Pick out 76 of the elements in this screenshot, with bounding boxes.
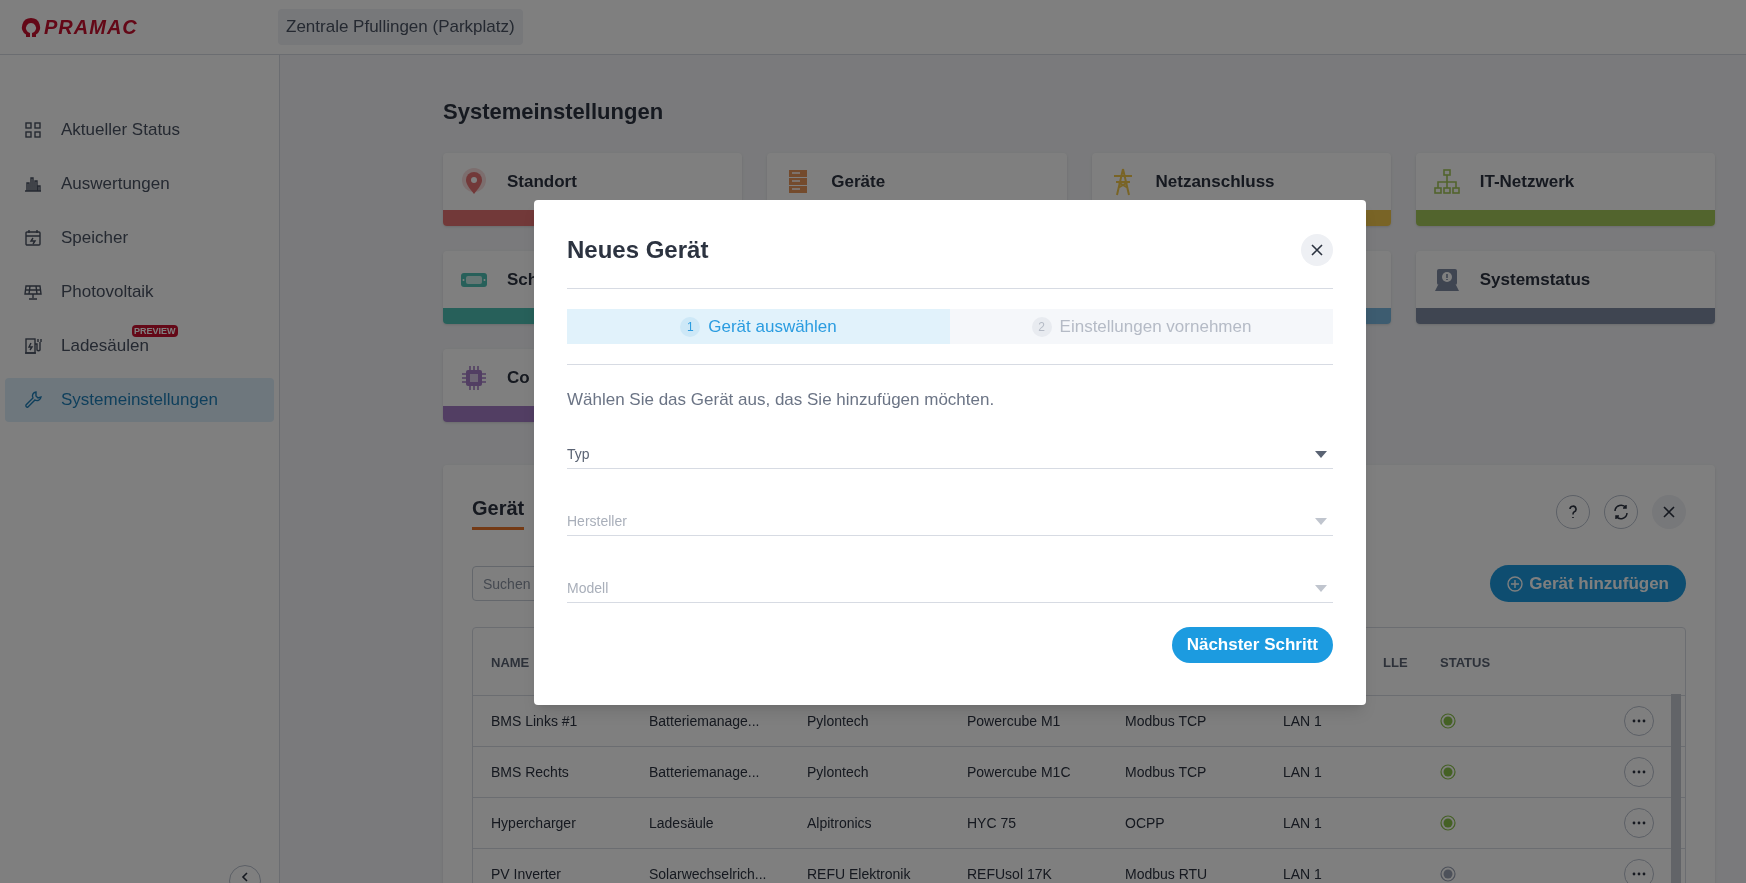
settings-tile[interactable]: Co <box>443 349 534 422</box>
table-cell: Modbus RTU <box>1125 865 1208 882</box>
table-cell: HYC 75 <box>967 814 1017 831</box>
close-icon <box>1662 504 1676 519</box>
table-cell: Alpitronics <box>807 814 872 831</box>
table-cell: REFUsol 17K <box>967 865 1052 882</box>
dialog-title: Neues Gerät <box>567 235 709 265</box>
refresh-icon <box>1612 502 1630 521</box>
more-icon <box>1632 821 1646 825</box>
location-label: Zentrale Pfullingen (Parkplatz) <box>278 9 523 45</box>
battery-icon <box>23 228 43 248</box>
table-cell: REFU Elektronik <box>807 865 911 882</box>
bar-chart-icon <box>23 174 43 194</box>
tile-title: IT-Netzwerk <box>1479 170 1575 193</box>
table-cell: Batteriemanage... <box>649 712 760 729</box>
tile-title: Netzanschluss <box>1155 170 1275 193</box>
more-icon <box>1632 872 1646 876</box>
next-step-button[interactable]: Nächster Schritt <box>1171 626 1333 663</box>
table-cell: PV Inverter <box>491 865 562 882</box>
sidebar-item[interactable]: Aktueller Status <box>5 108 274 152</box>
table-cell: LAN 1 <box>1283 814 1322 831</box>
step-tab[interactable]: 1 Gerät auswählen <box>567 309 950 344</box>
sidebar-item[interactable]: Auswertungen <box>5 162 274 206</box>
add-device-button[interactable]: Gerät hinzufügen <box>1490 565 1686 602</box>
select-field[interactable]: Typ <box>567 440 1333 469</box>
table-cell: Modbus TCP <box>1125 763 1207 780</box>
sidebar-item[interactable]: Speicher <box>5 216 274 260</box>
tile-title: Systemstatus <box>1479 268 1591 291</box>
table-cell: BMS Links #1 <box>491 712 578 729</box>
sidebar-item[interactable]: Photovoltaik <box>5 270 274 314</box>
column-header: STATUS <box>1440 654 1491 670</box>
table-cell: Pylontech <box>807 712 869 729</box>
tile-title: Geräte <box>831 170 886 193</box>
table-cell: Batteriemanage... <box>649 763 760 780</box>
dropdown-caret-icon <box>1315 517 1327 525</box>
table-cell: LAN 1 <box>1283 865 1322 882</box>
more-icon <box>1632 719 1646 723</box>
sidebar-item[interactable]: PREVIEW Ladesäulen <box>5 324 274 368</box>
step-number: 1 <box>680 316 701 337</box>
page-title: Systemeinstellungen <box>443 98 665 126</box>
dialog-intro: Wählen Sie das Gerät aus, das Sie hinzufügen möchten. <box>567 389 996 411</box>
dropdown-caret-icon <box>1315 450 1327 458</box>
table-cell: Ladesäule <box>649 814 714 831</box>
settings-tile[interactable]: IT-Netzwerk <box>1415 153 1715 226</box>
dropdown-caret-icon <box>1315 584 1327 592</box>
close-icon <box>1310 243 1324 257</box>
grid-icon <box>23 120 43 140</box>
sidebar-item[interactable]: Systemeinstellungen <box>5 378 274 422</box>
tile-title: Co <box>507 366 530 389</box>
column-header: NAME <box>491 654 530 670</box>
table-cell: Powercube M1 <box>967 712 1061 729</box>
table-cell: BMS Rechts <box>491 763 569 780</box>
table-cell: LAN 1 <box>1283 712 1322 729</box>
logo-text: PRAMAC <box>44 15 138 40</box>
network-icon <box>1431 166 1462 197</box>
settings-tile[interactable]: Systemstatus <box>1415 251 1715 324</box>
devices-tab[interactable]: Gerät <box>472 493 525 530</box>
table-cell: Powercube M1C <box>967 763 1071 780</box>
more-icon <box>1632 770 1646 774</box>
column-header: LLE <box>1383 654 1408 670</box>
chevron-left-icon <box>240 872 250 882</box>
table-cell: Modbus TCP <box>1125 712 1207 729</box>
charging-station-icon <box>23 336 43 356</box>
plus-circle-icon <box>1507 575 1524 592</box>
close-button[interactable] <box>1301 234 1333 266</box>
table-cell: OCPP <box>1125 814 1165 831</box>
tile-title: Standort <box>507 170 577 193</box>
wrench-icon <box>23 390 43 410</box>
solar-panel-icon <box>23 282 43 302</box>
table-cell: LAN 1 <box>1283 763 1322 780</box>
preview-badge: PREVIEW <box>132 325 178 337</box>
close-button[interactable] <box>1652 494 1686 529</box>
logo-icon <box>20 16 42 38</box>
table-cell: Hypercharger <box>491 814 576 831</box>
table-cell: Solarwechselrich... <box>649 865 767 882</box>
table-cell: Pylontech <box>807 763 869 780</box>
